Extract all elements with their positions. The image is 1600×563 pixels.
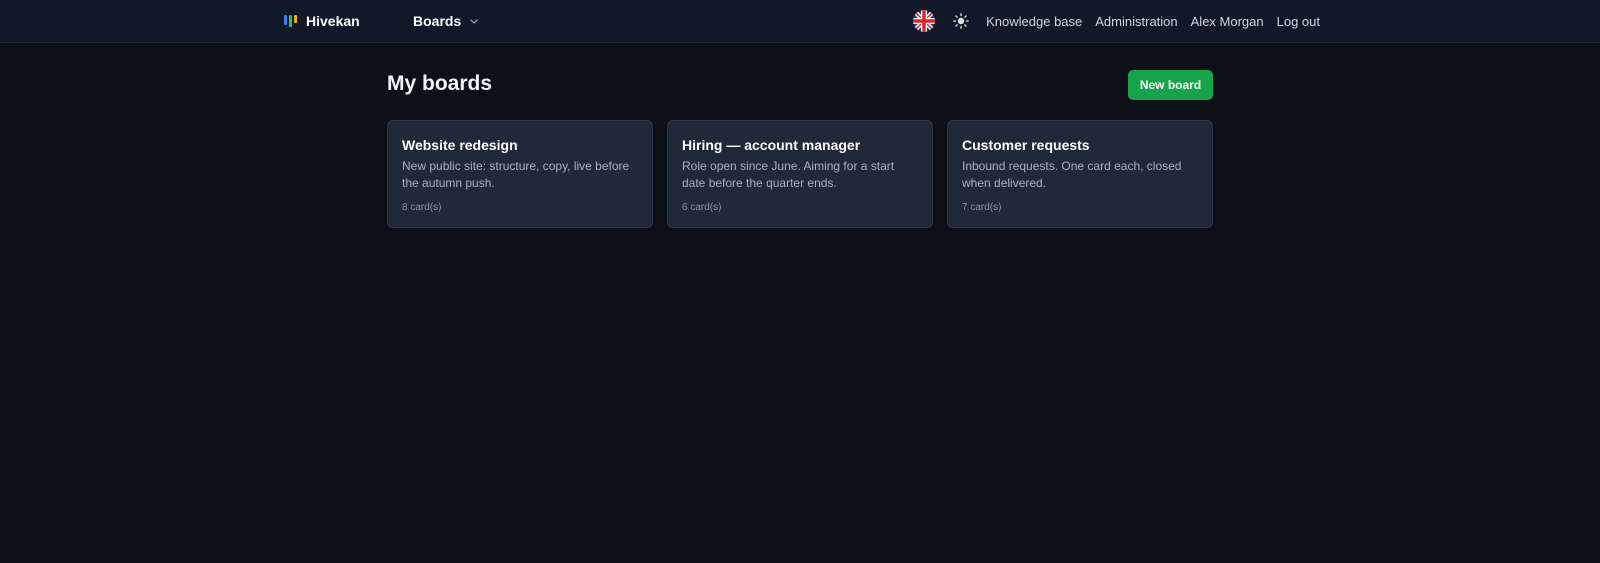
knowledge-base-link[interactable]: Knowledge base: [986, 14, 1082, 29]
new-board-button[interactable]: New board: [1128, 70, 1213, 100]
brand-name: Hivekan: [306, 13, 360, 29]
board-card-count: 6 card(s): [682, 202, 722, 213]
boards-dropdown-label: Boards: [413, 13, 462, 29]
board-title: Website redesign: [402, 137, 518, 153]
chevron-down-icon: [470, 19, 479, 24]
page-title: My boards: [387, 72, 493, 95]
administration-link[interactable]: Administration: [1095, 14, 1177, 29]
board-card-hiring[interactable]: Hiring — account manager Role open since…: [667, 120, 933, 228]
board-title: Customer requests: [962, 137, 1090, 153]
board-card-website-redesign[interactable]: Website redesign New public site: struct…: [387, 120, 653, 228]
board-title: Hiring — account manager: [682, 137, 861, 153]
logout-link[interactable]: Log out: [1277, 14, 1320, 29]
board-card-count: 8 card(s): [402, 202, 442, 213]
uk-flag-icon[interactable]: [913, 10, 936, 32]
brand-link[interactable]: Hivekan: [284, 12, 360, 30]
board-description: New public site: structure, copy, live b…: [402, 159, 630, 190]
board-card-customer-requests[interactable]: Customer requests Inbound requests. One …: [947, 120, 1213, 228]
board-description: Inbound requests. One card each, closed …: [962, 159, 1182, 190]
sun-icon[interactable]: [953, 13, 969, 29]
board-card-count: 7 card(s): [962, 202, 1002, 213]
user-profile-link[interactable]: Alex Morgan: [1191, 14, 1264, 29]
top-navbar: Hivekan Boards Knowledge base Administra…: [0, 0, 1600, 43]
hivekan-logo-icon: [284, 15, 297, 27]
boards-grid: Website redesign New public site: struct…: [387, 120, 1213, 228]
user-nav: Knowledge base Administration Alex Morga…: [913, 9, 1320, 33]
board-description: Role open since June. Aiming for a start…: [682, 159, 895, 190]
boards-dropdown[interactable]: Boards: [413, 12, 479, 30]
